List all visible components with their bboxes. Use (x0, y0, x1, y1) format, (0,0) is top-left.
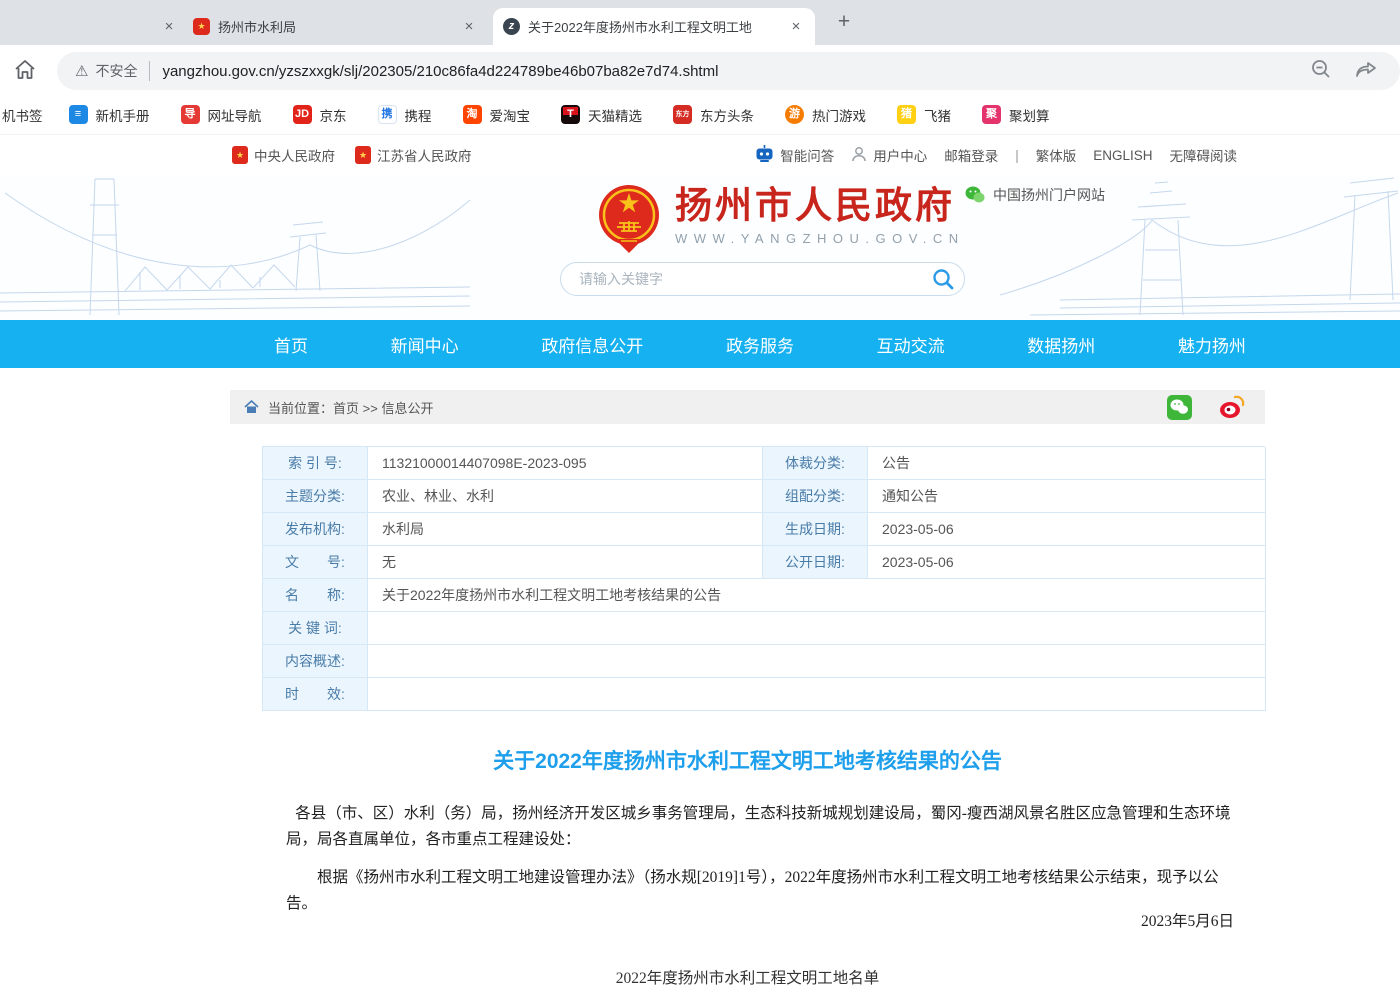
bookmark-item[interactable]: 聚 聚划算 (982, 105, 1050, 125)
nav-info-disclosure[interactable]: 政府信息公开 (541, 332, 643, 357)
bookmark-item[interactable]: 猪 飞猪 (897, 105, 951, 125)
tab-close-icon[interactable]: × (460, 18, 478, 36)
tab-1[interactable]: ★ 扬州市水利局 × (183, 8, 488, 45)
wechat-icon (965, 186, 985, 204)
wechat-share-icon[interactable] (1167, 395, 1192, 420)
url-text[interactable]: yangzhou.gov.cn/yzszxxgk/slj/202305/210c… (162, 63, 1298, 80)
bookmark-item[interactable]: JD 京东 (293, 105, 347, 125)
juhuasuan-icon: 聚 (982, 105, 1001, 124)
document-meta-table: 索 引 号: 11321000014407098E-2023-095 体裁分类:… (262, 446, 1265, 711)
site-logo[interactable]: 扬州市人民政府 WWW.YANGZHOU.GOV.CN (597, 183, 965, 255)
article-body: 各县（市、区）水利（务）局，扬州经济开发区城乡事务管理局，生态科技新城规划建设局… (286, 801, 1234, 917)
taobao-icon: 淘 (463, 105, 482, 124)
gov-emblem-favicon: ★ (193, 18, 210, 35)
english-link[interactable]: ENGLISH (1093, 148, 1152, 163)
bookmark-item[interactable]: T 天猫精选 (561, 105, 642, 125)
national-emblem-icon (597, 183, 661, 255)
tab-2-active[interactable]: z 关于2022年度扬州市水利工程文明工地 × (493, 8, 815, 45)
manual-icon: ≡ (69, 105, 88, 124)
east-headlines-icon: 东方 (673, 105, 692, 124)
tab-close-icon[interactable]: × (160, 18, 178, 36)
user-icon (851, 146, 867, 165)
table-row: 主题分类: 农业、林业、水利 组配分类: 通知公告 (263, 480, 1265, 513)
jd-icon: JD (293, 105, 312, 124)
table-row: 内容概述: (263, 645, 1265, 678)
table-row: 关 键 词: (263, 612, 1265, 645)
address-bar[interactable]: ⚠ 不安全 yangzhou.gov.cn/yzszxxgk/slj/20230… (57, 52, 1400, 90)
table-row: 文 号: 无 公开日期: 2023-05-06 (263, 546, 1265, 579)
search-button[interactable] (928, 264, 958, 294)
bookmark-item[interactable]: 淘 爱淘宝 (463, 105, 531, 125)
divider: | (1015, 148, 1019, 163)
tab-close-icon[interactable]: × (787, 18, 805, 36)
breadcrumb-home-icon (244, 400, 259, 414)
robot-icon (755, 145, 774, 165)
article-paragraph: 各县（市、区）水利（务）局，扬州经济开发区城乡事务管理局，生态科技新城规划建设局… (286, 801, 1234, 853)
bookmark-item[interactable]: ≡ 新机手册 (69, 105, 150, 125)
weibo-share-icon[interactable] (1219, 395, 1245, 419)
nav-charm[interactable]: 魅力扬州 (1178, 332, 1246, 357)
address-divider (149, 61, 150, 81)
site-name: 扬州市人民政府 (675, 183, 965, 229)
site-nav-icon: 导 (181, 105, 200, 124)
main-nav: 首页 新闻中心 政府信息公开 政务服务 互动交流 数据扬州 魅力扬州 (0, 320, 1400, 368)
fliggy-icon: 猪 (897, 105, 916, 124)
bookmark-item[interactable]: 游 热门游戏 (785, 105, 866, 125)
nav-news[interactable]: 新闻中心 (391, 332, 459, 357)
article-title: 关于2022年度扬州市水利工程文明工地考核结果的公告 (230, 745, 1265, 775)
bridge-artwork-left (0, 175, 470, 320)
tmall-icon: T (561, 105, 580, 124)
breadcrumb-current[interactable]: 信息公开 (381, 401, 433, 416)
emblem-icon: ★ (355, 146, 371, 164)
mail-login-link[interactable]: 邮箱登录 (944, 145, 998, 165)
site-url: WWW.YANGZHOU.GOV.CN (675, 231, 965, 246)
browser-window: × ★ 扬州市水利局 × z 关于2022年度扬州市水利工程文明工地 × + ⚠… (0, 0, 1400, 997)
nav-home[interactable]: 首页 (274, 332, 308, 357)
traditional-chinese-link[interactable]: 繁体版 (1036, 145, 1077, 165)
zoom-out-icon[interactable] (1310, 58, 1332, 85)
site-favicon: z (503, 18, 520, 35)
bookmark-item[interactable]: 机书签 (0, 105, 43, 125)
tab-0[interactable]: × (138, 8, 188, 45)
hot-games-icon: 游 (785, 105, 804, 124)
tab-title: 关于2022年度扬州市水利工程文明工地 (528, 17, 779, 36)
security-warning-icon[interactable]: ⚠ (75, 62, 88, 80)
article-list-heading: 2022年度扬州市水利工程文明工地名单 (230, 966, 1265, 988)
link-jiangsu-gov[interactable]: ★ 江苏省人民政府 (355, 145, 472, 165)
share-icon[interactable] (1354, 58, 1378, 85)
nav-data[interactable]: 数据扬州 (1027, 332, 1095, 357)
breadcrumb: 当前位置：首页 >> 信息公开 (230, 390, 1265, 424)
bookmark-item[interactable]: 携 携程 (378, 105, 432, 125)
security-label: 不安全 (95, 61, 137, 81)
portal-badge[interactable]: 中国扬州门户网站 (965, 185, 1105, 205)
ctrip-icon: 携 (378, 105, 397, 124)
site-banner: 扬州市人民政府 WWW.YANGZHOU.GOV.CN 中国扬州门户网站 (0, 175, 1400, 320)
nav-services[interactable]: 政务服务 (726, 332, 794, 357)
home-icon[interactable] (12, 57, 38, 83)
bookmark-item[interactable]: 导 网址导航 (181, 105, 262, 125)
article-date: 2023年5月6日 (286, 909, 1234, 931)
table-row: 发布机构: 水利局 生成日期: 2023-05-06 (263, 513, 1265, 546)
table-row: 索 引 号: 11321000014407098E-2023-095 体裁分类:… (263, 447, 1265, 480)
link-central-gov[interactable]: ★ 中央人民政府 (232, 145, 335, 165)
tab-strip: × ★ 扬州市水利局 × z 关于2022年度扬州市水利工程文明工地 × + (0, 0, 1400, 45)
table-row: 名 称: 关于2022年度扬州市水利工程文明工地考核结果的公告 (263, 579, 1265, 612)
gov-top-links: ★ 中央人民政府 ★ 江苏省人民政府 智能问答 用户中心 邮箱登录 (0, 135, 1400, 175)
tab-title: 扬州市水利局 (218, 17, 452, 36)
smart-qa-link[interactable]: 智能问答 (755, 145, 834, 165)
accessibility-link[interactable]: 无障碍阅读 (1170, 145, 1238, 165)
new-tab-button[interactable]: + (830, 9, 858, 37)
nav-interaction[interactable]: 互动交流 (877, 332, 945, 357)
breadcrumb-text: 当前位置：首页 >> 信息公开 (268, 398, 433, 417)
browser-toolbar: ⚠ 不安全 yangzhou.gov.cn/yzszxxgk/slj/20230… (0, 45, 1400, 95)
breadcrumb-home-link[interactable]: 首页 (333, 401, 359, 416)
portal-label: 中国扬州门户网站 (993, 185, 1105, 205)
table-row: 时 效: (263, 678, 1265, 711)
search-input[interactable] (577, 270, 928, 288)
bookmarks-bar: 机书签 ≡ 新机手册 导 网址导航 JD 京东 携 携程 淘 爱淘宝 T 天猫精… (0, 95, 1400, 135)
user-center-link[interactable]: 用户中心 (851, 145, 927, 165)
bookmark-item[interactable]: 东方 东方头条 (673, 105, 754, 125)
search-box (560, 262, 965, 296)
emblem-icon: ★ (232, 146, 248, 164)
